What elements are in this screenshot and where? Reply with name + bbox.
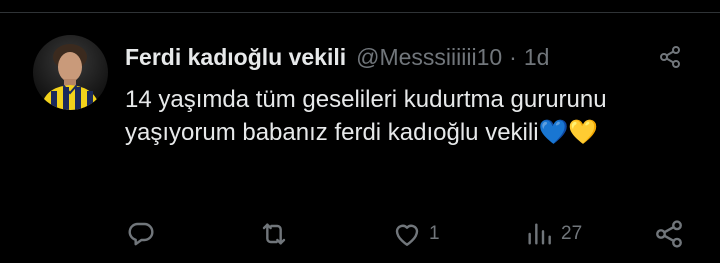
user-handle[interactable]: @Messsiiiiii10 bbox=[356, 44, 502, 71]
profile-photo-icon bbox=[41, 44, 100, 110]
retweet-button[interactable] bbox=[258, 216, 290, 252]
avatar[interactable] bbox=[33, 35, 108, 110]
display-name[interactable]: Ferdi kadıoğlu vekili bbox=[125, 44, 346, 71]
retweet-icon bbox=[262, 223, 286, 245]
views-count: 27 bbox=[561, 223, 583, 244]
tweet-card[interactable]: Ferdi kadıoğlu vekili @Messsiiiiii10 · 1… bbox=[0, 13, 720, 263]
tweet-header: Ferdi kadıoğlu vekili @Messsiiiiii10 · 1… bbox=[125, 41, 549, 73]
tweet-actions: 1 27 bbox=[123, 216, 693, 252]
more-options-button[interactable] bbox=[656, 43, 684, 71]
reply-button[interactable] bbox=[125, 216, 157, 252]
share-button[interactable] bbox=[653, 216, 685, 252]
share-icon bbox=[660, 46, 680, 68]
heart-icon bbox=[395, 224, 419, 246]
views-button[interactable]: 27 bbox=[523, 216, 582, 252]
timestamp[interactable]: 1d bbox=[524, 44, 550, 71]
like-count: 1 bbox=[429, 223, 440, 244]
like-button[interactable]: 1 bbox=[391, 216, 440, 252]
separator-dot: · bbox=[509, 43, 517, 70]
views-icon bbox=[528, 223, 551, 245]
tweet-text: 14 yaşımda tüm geselileri kudurtma gurur… bbox=[125, 86, 614, 146]
share-icon bbox=[656, 220, 682, 248]
reply-icon bbox=[128, 222, 154, 246]
